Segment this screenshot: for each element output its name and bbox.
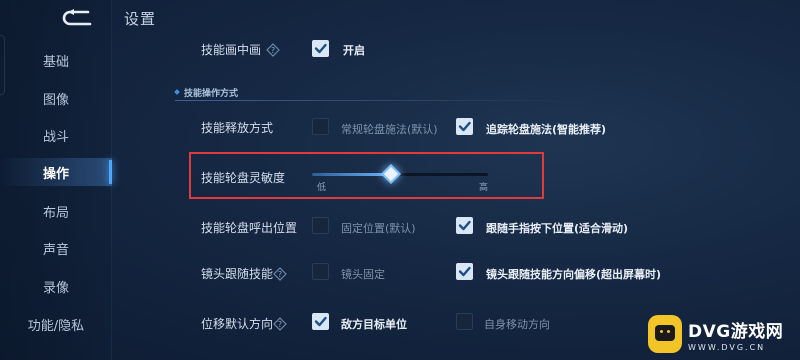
camera-fixed-checkbox[interactable] — [312, 263, 329, 280]
help-icon[interactable]: ? — [273, 266, 287, 281]
slider-max-label: 高 — [479, 183, 489, 193]
cast-mode-default-checkbox[interactable] — [312, 118, 329, 135]
sidebar-item-controls[interactable]: 操作 — [0, 158, 112, 186]
checkmark-icon — [458, 220, 471, 231]
cast-mode-default-label: 常规轮盘施法(默认) — [341, 123, 438, 136]
wheel-position-fixed-label: 固定位置(默认) — [341, 222, 416, 235]
sidebar-item-basic[interactable]: 基础 — [0, 46, 112, 74]
sidebar-item-privacy[interactable]: 功能/隐私 — [0, 310, 112, 338]
sidebar-item-label: 功能/隐私 — [27, 318, 85, 334]
section-divider — [175, 100, 575, 101]
camera-follow-checkbox[interactable] — [456, 263, 473, 280]
sidebar-item-replay[interactable]: 录像 — [0, 272, 112, 300]
wheel-position-follow-checkbox[interactable] — [456, 217, 473, 234]
wheel-position-fixed-checkbox[interactable] — [312, 217, 329, 234]
checkmark-icon — [458, 121, 471, 132]
move-direction-self-label: 自身移动方向 — [484, 318, 550, 331]
watermark-brand: DVG游戏网 — [688, 321, 784, 342]
skill-pip-label: 技能画中画 — [201, 43, 262, 57]
sidebar-item-label: 布局 — [42, 205, 69, 221]
sidebar-item-label: 战斗 — [42, 129, 69, 145]
sidebar-item-graphics[interactable]: 图像 — [0, 84, 112, 112]
camera-follow-label: 镜头跟随技能 — [201, 267, 274, 281]
sidebar: 基础 图像 战斗 操作 布局 声音 录像 功能/隐私 — [0, 0, 112, 360]
gamepad-logo-icon — [648, 315, 682, 353]
move-direction-enemy-checkbox[interactable] — [312, 313, 329, 330]
skill-pip-checkbox[interactable] — [312, 40, 329, 57]
move-direction-enemy-label: 敌方目标单位 — [341, 318, 407, 331]
sidebar-item-layout[interactable]: 布局 — [0, 197, 112, 225]
section-title: 技能操作方式 — [184, 88, 239, 99]
sidebar-item-label: 基础 — [42, 54, 69, 70]
wheel-sensitivity-slider[interactable] — [312, 164, 488, 184]
move-direction-label: 位移默认方向 — [201, 317, 274, 331]
help-icon[interactable]: ? — [273, 316, 287, 331]
sidebar-item-label: 录像 — [42, 280, 69, 296]
watermark-url: WWW.DVG.CN — [688, 342, 766, 352]
svg-text:?: ? — [278, 270, 282, 279]
watermark-text: DVG游戏网 WWW.DVG.CN — [688, 317, 783, 352]
slider-thumb[interactable] — [381, 164, 401, 184]
cast-mode-label: 技能释放方式 — [201, 121, 274, 135]
svg-text:?: ? — [271, 46, 275, 55]
help-icon[interactable]: ? — [266, 42, 280, 57]
wheel-sensitivity-label: 技能轮盘灵敏度 — [201, 171, 286, 185]
sidebar-item-label: 操作 — [42, 166, 69, 182]
section-marker-icon — [174, 89, 180, 95]
checkmark-icon — [314, 316, 327, 327]
sidebar-item-sound[interactable]: 声音 — [0, 234, 112, 262]
checkmark-icon — [458, 266, 471, 277]
camera-follow-option-label: 镜头跟随技能方向偏移(超出屏幕时) — [486, 268, 662, 281]
page-title: 设置 — [124, 10, 157, 28]
back-arrow-icon — [62, 9, 92, 26]
section-header: 技能操作方式 — [174, 85, 565, 99]
checkmark-icon — [314, 43, 327, 54]
sidebar-item-label: 声音 — [42, 242, 69, 258]
slider-fill — [312, 173, 391, 176]
sidebar-item-more[interactable] — [0, 346, 112, 360]
cast-mode-tracking-label: 追踪轮盘施法(智能推荐) — [486, 123, 607, 136]
wheel-position-follow-label: 跟随手指按下位置(适合滑动) — [486, 222, 629, 235]
slider-min-label: 低 — [317, 183, 327, 193]
sidebar-item-combat[interactable]: 战斗 — [0, 121, 112, 149]
wheel-position-label: 技能轮盘呼出位置 — [201, 221, 298, 235]
move-direction-self-checkbox[interactable] — [456, 313, 473, 330]
back-button[interactable] — [58, 8, 98, 28]
sidebar-item-label: 图像 — [42, 92, 69, 108]
svg-text:?: ? — [278, 320, 282, 329]
cast-mode-tracking-checkbox[interactable] — [456, 118, 473, 135]
settings-screen: 基础 图像 战斗 操作 布局 声音 录像 功能/隐私 设置 技能画中画 ? 开启… — [0, 0, 800, 360]
watermark-logo: DVG游戏网 WWW.DVG.CN — [648, 312, 798, 356]
camera-fixed-label: 镜头固定 — [341, 268, 385, 281]
skill-pip-option-label: 开启 — [343, 44, 365, 57]
